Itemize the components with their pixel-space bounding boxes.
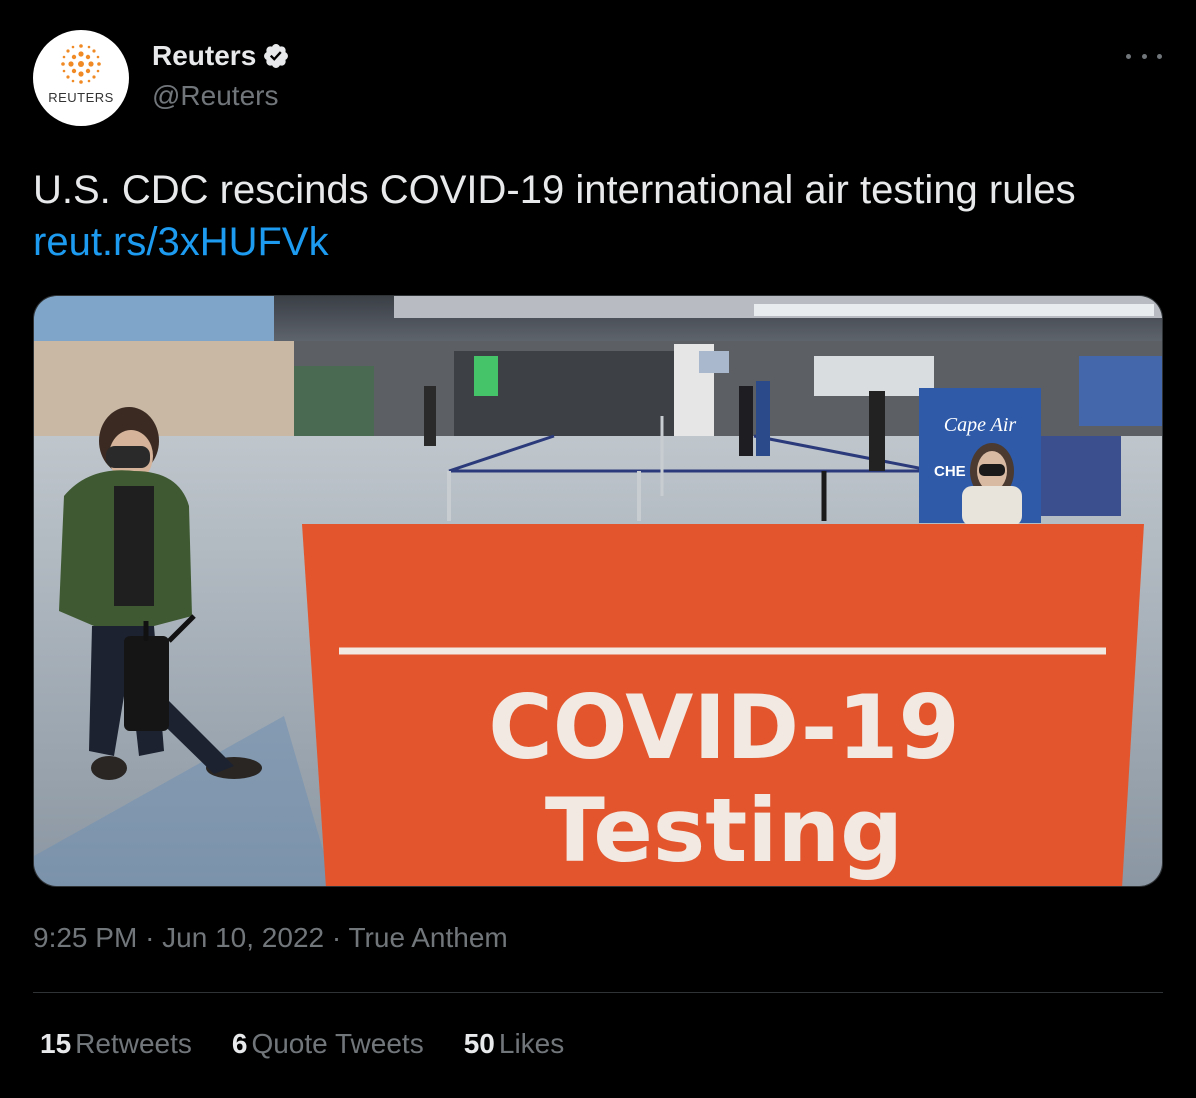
reuters-logo-icon — [61, 44, 101, 84]
meta-separator: · — [145, 922, 155, 953]
more-dots-icon[interactable] — [1126, 44, 1162, 68]
quote-tweets-stat[interactable]: 6 Quote Tweets — [232, 1028, 424, 1060]
likes-stat[interactable]: 50 Likes — [464, 1028, 565, 1060]
author-name-row: Reuters — [152, 40, 290, 72]
kiosk-text: CHE — [934, 463, 966, 480]
tweet-meta: 9:25 PM · Jun 10, 2022 · True Anthem — [33, 922, 508, 954]
meta-separator: · — [331, 922, 342, 953]
tweet-photo[interactable]: Cape Air CHE COVID-19 Testing — [33, 295, 1163, 887]
sign-line2: Testing — [545, 779, 903, 882]
likes-label: Likes — [498, 1028, 565, 1059]
quote-tweets-count: 6 — [231, 1028, 248, 1059]
quote-tweets-label: Quote Tweets — [251, 1028, 424, 1059]
more-dot — [1141, 53, 1147, 59]
sign-line1: COVID-19 — [488, 676, 960, 779]
tweet-stats: 15 Retweets 6 Quote Tweets 50 Likes — [40, 1028, 604, 1060]
author-handle[interactable]: @Reuters — [152, 80, 278, 112]
tweet-text: U.S. CDC rescinds COVID-19 international… — [33, 164, 1153, 268]
tweet-card: REUTERS Reuters @Reuters U.S. CDC rescin… — [0, 0, 1196, 1098]
tweet-source[interactable]: True Anthem — [348, 922, 507, 953]
more-dot — [1126, 53, 1131, 59]
avatar-logo-text: REUTERS — [48, 90, 114, 105]
retweets-label: Retweets — [75, 1028, 192, 1059]
kiosk-brand: Cape Air — [944, 414, 1017, 436]
retweets-count: 15 — [40, 1028, 72, 1059]
verified-badge-icon[interactable] — [262, 42, 290, 70]
retweets-stat[interactable]: 15 Retweets — [40, 1028, 192, 1060]
tweet-time[interactable]: 9:25 PM — [33, 922, 137, 953]
tweet-link[interactable]: reut.rs/3xHUFVk — [33, 220, 329, 264]
more-dot — [1157, 53, 1162, 59]
likes-count: 50 — [463, 1028, 495, 1059]
tweet-date[interactable]: Jun 10, 2022 — [162, 922, 324, 953]
tweet-body: U.S. CDC rescinds COVID-19 international… — [33, 168, 1076, 212]
divider — [33, 992, 1163, 993]
author-display-name[interactable]: Reuters — [152, 40, 256, 72]
author-avatar[interactable]: REUTERS — [33, 30, 129, 126]
